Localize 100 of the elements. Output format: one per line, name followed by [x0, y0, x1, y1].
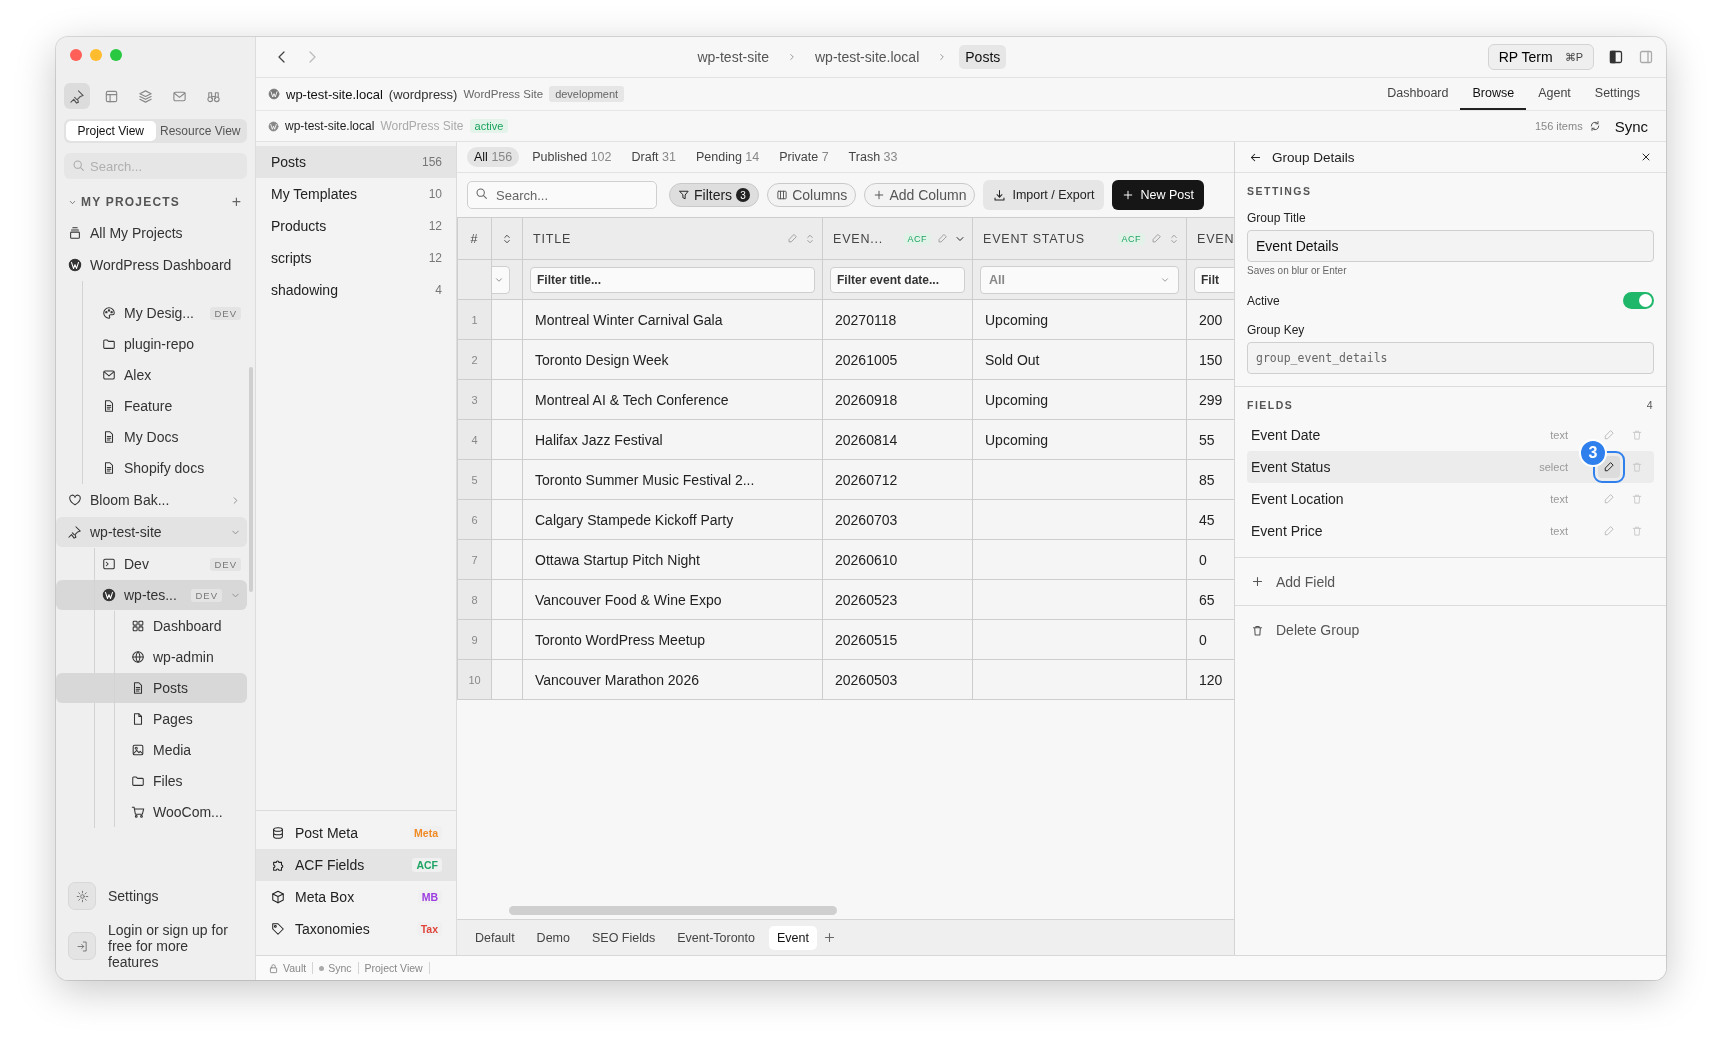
- tree-item[interactable]: Bloom Bak...: [56, 485, 247, 515]
- post-type-item[interactable]: My Templates 10: [256, 178, 456, 210]
- sort-icon[interactable]: [1168, 232, 1180, 245]
- search-field[interactable]: Search...: [467, 181, 657, 209]
- add-column-button[interactable]: Add Column: [864, 183, 976, 207]
- status-tab[interactable]: Pending 14: [689, 147, 767, 167]
- source-item[interactable]: ACF Fields ACF: [256, 849, 456, 881]
- table-cell-text: 299: [1198, 391, 1224, 408]
- zoom-window-button[interactable]: [110, 49, 122, 61]
- settings-link[interactable]: Settings: [108, 888, 159, 904]
- filter-field[interactable]: Filter event date...: [830, 266, 965, 293]
- group-tab[interactable]: Default: [467, 925, 523, 950]
- pencil-icon: [1603, 525, 1615, 537]
- tool-button[interactable]: [64, 83, 90, 109]
- post-type-item[interactable]: shadowing 4: [256, 274, 456, 306]
- pencil-icon[interactable]: [787, 232, 798, 244]
- column-header[interactable]: EVENT STATUS: [983, 231, 1112, 246]
- row-select-dropdown[interactable]: [492, 265, 510, 294]
- site-tab[interactable]: Agent: [1526, 78, 1583, 110]
- tree-item[interactable]: Shopify docs: [56, 453, 247, 483]
- terminal-button[interactable]: RP Term ⌘P: [1487, 44, 1594, 70]
- table-cell-text: Toronto WordPress Meetup: [534, 631, 707, 648]
- close-window-button[interactable]: [70, 49, 82, 61]
- breadcrumb[interactable]: Posts: [959, 45, 1007, 69]
- refresh-icon[interactable]: [1588, 120, 1601, 132]
- columns-button[interactable]: Columns: [767, 183, 857, 207]
- group-tab[interactable]: Demo: [528, 925, 578, 950]
- tree-item[interactable]: WooCom...: [56, 797, 247, 827]
- breadcrumb[interactable]: wp-test-site.local: [809, 45, 926, 69]
- tree-item[interactable]: WordPress Dashboard: [56, 250, 247, 280]
- trash-icon[interactable]: [1631, 525, 1643, 537]
- site-tab[interactable]: Browse: [1460, 78, 1527, 110]
- table-cell-text: Montreal AI & Tech Conference: [534, 391, 730, 408]
- tree-item[interactable]: wp-tes... DEV: [56, 580, 247, 610]
- grid-icon: [131, 619, 145, 633]
- post-type-item[interactable]: scripts 12: [256, 242, 456, 274]
- plus-icon: [1251, 575, 1264, 588]
- right-panel-icon[interactable]: [1638, 49, 1654, 65]
- filters-button[interactable]: Filters 3: [669, 183, 760, 207]
- tree-item[interactable]: Pages: [56, 704, 247, 734]
- group-tab[interactable]: Event: [769, 925, 817, 950]
- tree-item[interactable]: My Desig... DEV: [56, 298, 247, 328]
- tree-item[interactable]: Posts: [56, 673, 247, 703]
- add-field-button[interactable]: Add Field: [1235, 558, 1666, 606]
- tree-item[interactable]: All My Projects: [56, 218, 247, 248]
- post-type-item[interactable]: Posts 156: [256, 146, 456, 178]
- pencil-icon[interactable]: [1151, 232, 1162, 244]
- sort-icon[interactable]: [804, 232, 816, 245]
- tree-item[interactable]: Files: [56, 766, 247, 796]
- tree-item[interactable]: Dev DEV: [56, 549, 247, 579]
- status-tab[interactable]: All 156: [467, 147, 520, 167]
- trash-icon[interactable]: [1631, 493, 1643, 505]
- filter-field[interactable]: Filter title...: [530, 266, 815, 293]
- group-title-field[interactable]: Event Details: [1247, 230, 1654, 262]
- login-prompt[interactable]: Login or sign up for free for more features: [108, 922, 236, 970]
- tree-item[interactable]: Dashboard: [56, 611, 247, 641]
- breadcrumb[interactable]: wp-test-site: [691, 45, 775, 69]
- tree-item[interactable]: My Docs: [56, 422, 247, 452]
- site-tab[interactable]: Dashboard: [1375, 78, 1461, 110]
- add-project-button[interactable]: +: [231, 193, 241, 211]
- sort-icon[interactable]: [501, 232, 513, 245]
- site-tab[interactable]: Settings: [1582, 78, 1652, 110]
- trash-icon[interactable]: [1631, 461, 1643, 473]
- source-item[interactable]: Taxonomies Tax: [256, 913, 456, 945]
- table-cell-text: 20260814: [834, 431, 899, 448]
- tree-item[interactable]: Feature: [56, 391, 247, 421]
- status-tab[interactable]: Published 102: [525, 147, 619, 167]
- column-header[interactable]: EVEN...: [833, 231, 898, 246]
- group-key-field[interactable]: group_event_details: [1247, 342, 1654, 374]
- group-tab[interactable]: Event-Toronto: [669, 925, 763, 950]
- filter-field[interactable]: Filt: [1194, 266, 1234, 293]
- status-tab[interactable]: Trash 33: [841, 147, 905, 167]
- group-tab[interactable]: SEO Fields: [583, 925, 664, 950]
- active-toggle[interactable]: [1623, 292, 1654, 309]
- sync-button[interactable]: Sync: [1614, 117, 1648, 135]
- post-type-item[interactable]: Products 12: [256, 210, 456, 242]
- tree-item[interactable]: wp-admin: [56, 642, 247, 672]
- add-tab-icon[interactable]: [822, 931, 836, 944]
- field-row[interactable]: Event Price text: [1247, 515, 1654, 547]
- sidebar-panel-icon[interactable]: [1608, 49, 1624, 65]
- tree-item[interactable]: plugin-repo: [56, 329, 247, 359]
- status-tab[interactable]: Draft 31: [624, 147, 683, 167]
- view-tab[interactable]: Project View: [66, 121, 156, 141]
- delete-group-button[interactable]: Delete Group: [1235, 606, 1666, 654]
- tree-item[interactable]: Media: [56, 735, 247, 765]
- status-tab[interactable]: Private 7: [772, 147, 836, 167]
- field-row[interactable]: Event Location text: [1247, 483, 1654, 515]
- new-post-button[interactable]: New Post: [1112, 180, 1204, 210]
- tree-item[interactable]: Alex: [56, 360, 247, 390]
- minimize-window-button[interactable]: [90, 49, 102, 61]
- close-icon[interactable]: [1640, 151, 1652, 163]
- source-item[interactable]: Meta Box MB: [256, 881, 456, 913]
- tree-item[interactable]: wp-test-site: [56, 517, 247, 547]
- scrollbar[interactable]: [509, 906, 837, 915]
- pencil-icon[interactable]: [937, 232, 948, 244]
- import-export-button[interactable]: Import / Export: [983, 180, 1105, 210]
- scrollbar[interactable]: [249, 367, 253, 592]
- source-item[interactable]: Post Meta Meta: [256, 817, 456, 849]
- trash-icon[interactable]: [1631, 429, 1643, 441]
- view-tab[interactable]: Resource View: [155, 121, 245, 141]
